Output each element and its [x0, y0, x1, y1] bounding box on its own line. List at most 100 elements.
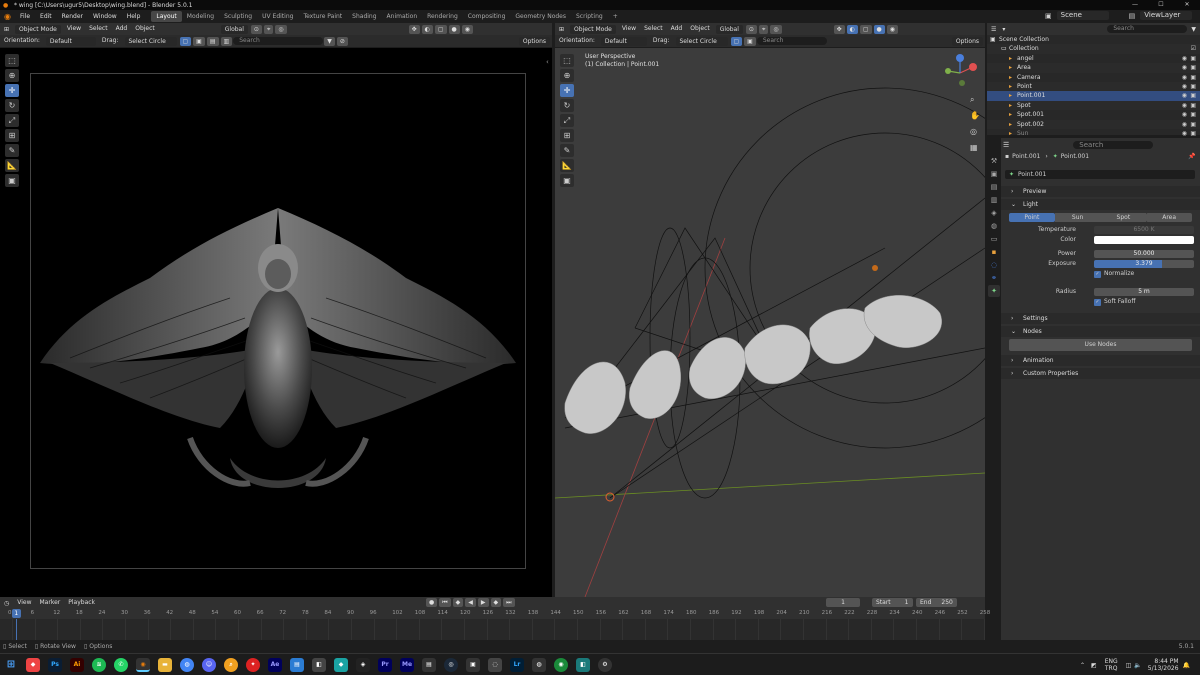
eye-icon[interactable]: ◉ — [1182, 73, 1187, 82]
transform-orientation[interactable]: Global — [715, 24, 743, 34]
eye-icon[interactable]: ◉ — [1182, 91, 1187, 100]
xray-icon[interactable]: ▢ — [859, 24, 872, 34]
eye-icon[interactable]: ◉ — [1182, 129, 1187, 138]
gizmo-icon[interactable]: ✥ — [408, 24, 420, 34]
timeline-editor-icon[interactable]: ◷ — [0, 600, 13, 607]
add-cube-tool-icon[interactable]: ▣ — [5, 174, 19, 187]
scale-tool-icon[interactable]: ⤢ — [560, 114, 574, 127]
move-tool-icon[interactable]: ✛ — [5, 84, 19, 97]
transform-tool-icon[interactable]: ⊞ — [5, 129, 19, 142]
tab-shading[interactable]: Shading — [347, 11, 381, 22]
document-icon[interactable]: ▤ — [290, 657, 304, 672]
scene-collection-row[interactable]: ▣ Scene Collection — [987, 35, 1200, 44]
mode-selector[interactable]: Object Mode — [15, 24, 61, 34]
chrome-icon[interactable]: ◍ — [180, 657, 194, 672]
menu-view[interactable]: View — [618, 23, 640, 35]
pivot-icon[interactable]: ⊙ — [250, 24, 262, 34]
color-swatch[interactable] — [1094, 236, 1194, 244]
browser-icon[interactable]: ◆ — [26, 657, 40, 672]
camera-view-icon[interactable]: ◎ — [970, 124, 980, 140]
tab-geometry-nodes[interactable]: Geometry Nodes — [510, 11, 571, 22]
scene-tab-icon[interactable]: ◈ — [988, 207, 1000, 219]
filter-icon[interactable]: ▼ — [324, 36, 335, 46]
editor-type-icon[interactable]: ⊞ — [0, 26, 13, 33]
illustrator-icon[interactable]: Ai — [70, 657, 84, 672]
properties-editor-icon[interactable]: ☰ — [1003, 141, 1009, 149]
overlay-icon[interactable]: ◐ — [421, 24, 433, 34]
discord-icon[interactable]: ☺ — [202, 657, 216, 672]
search-input[interactable]: Search — [756, 37, 827, 45]
notification-icon[interactable]: 🔔 — [1183, 662, 1190, 669]
ortho-grid-icon[interactable]: ▦ — [970, 140, 980, 156]
unity-icon[interactable]: ◈ — [356, 657, 370, 672]
filter-icon[interactable]: ▼ — [1187, 26, 1200, 33]
tab-layout[interactable]: Layout — [151, 11, 182, 22]
file-explorer-icon[interactable]: ▬ — [158, 657, 172, 672]
normalize-checkbox[interactable]: ✓ Normalize — [1094, 269, 1134, 279]
game-icon[interactable]: ◆ — [334, 657, 348, 672]
eye-icon[interactable]: ◉ — [1182, 63, 1187, 72]
properties-search-input[interactable]: Search — [1073, 141, 1154, 149]
light-type-area[interactable]: Area — [1146, 213, 1192, 222]
exposure-field[interactable]: 3.379 — [1094, 260, 1194, 268]
section-animation[interactable]: › Animation — [1001, 355, 1200, 366]
menu-file[interactable]: File — [15, 10, 35, 23]
outliner-editor-icon[interactable]: ☰ — [987, 26, 1000, 33]
timeline-body[interactable] — [0, 619, 985, 640]
menu-edit[interactable]: Edit — [35, 10, 57, 23]
tray-arrow-icon[interactable]: ⌃ — [1080, 662, 1085, 669]
light-type-point[interactable]: Point — [1009, 213, 1055, 222]
app-icon[interactable]: ▣ — [466, 657, 480, 672]
shading-solid-icon[interactable]: ● — [448, 24, 460, 34]
orientation-selector[interactable]: Default — [45, 36, 96, 46]
menu-add[interactable]: Add — [667, 23, 687, 35]
outliner-item[interactable]: ▸ angel ◉ ▣ — [987, 54, 1200, 63]
menu-select[interactable]: Select — [85, 23, 112, 35]
app-icon[interactable]: ◉ — [554, 657, 568, 672]
network-icon[interactable]: ◫ — [1126, 662, 1132, 669]
app-icon[interactable]: ▤ — [422, 657, 436, 672]
transform-tool-icon[interactable]: ⊞ — [560, 129, 574, 142]
clock[interactable]: 8:44 PM 5/13/2026 — [1148, 658, 1179, 672]
app-icon[interactable]: ✦ — [246, 657, 260, 672]
menu-help[interactable]: Help — [122, 10, 146, 23]
tab-rendering[interactable]: Rendering — [422, 11, 463, 22]
left-viewport[interactable]: ⬚ ⊕ ✛ ↻ ⤢ ⊞ ✎ 📐 ▣ ‹ — [0, 48, 552, 597]
transform-orientation[interactable]: Global — [220, 24, 248, 34]
volume-icon[interactable]: 🔈 — [1134, 662, 1141, 669]
search-input[interactable]: Search — [233, 37, 324, 45]
collection-row[interactable]: ▭ Collection ☑ — [987, 44, 1200, 54]
tab-sculpting[interactable]: Sculpting — [219, 11, 257, 22]
eye-icon[interactable]: ◉ — [1182, 54, 1187, 63]
next-key-icon[interactable]: ◆ — [490, 598, 502, 607]
tab-compositing[interactable]: Compositing — [463, 11, 511, 22]
pan-hand-icon[interactable]: ✋ — [970, 108, 980, 124]
timeline-menu-playback[interactable]: Playback — [64, 597, 99, 609]
menu-render[interactable]: Render — [57, 10, 88, 23]
snap-icon[interactable]: ⌖ — [758, 24, 769, 34]
options-dropdown[interactable]: Options — [951, 36, 983, 46]
physics-tab-icon[interactable]: ◌ — [988, 259, 1000, 271]
close-button[interactable]: ✕ — [1174, 0, 1200, 10]
render-icon[interactable]: ▣ — [1190, 73, 1196, 82]
pin-icon[interactable]: 📌 — [1188, 153, 1195, 160]
outliner-item[interactable]: ▸ Area ◉ ▣ — [987, 63, 1200, 73]
scene-selector[interactable]: Scene — [1056, 11, 1109, 20]
premiere-icon[interactable]: Pr — [378, 657, 392, 672]
blender-menu-icon[interactable]: ◉ — [0, 12, 15, 21]
snap-icon[interactable]: ⌖ — [263, 24, 274, 34]
tab-modeling[interactable]: Modeling — [182, 11, 219, 22]
store-icon[interactable]: ◧ — [312, 657, 326, 672]
measure-tool-icon[interactable]: 📐 — [560, 159, 574, 172]
shading-rendered-icon[interactable]: ◉ — [886, 24, 899, 34]
eye-icon[interactable]: ◉ — [1182, 82, 1187, 91]
outliner-item[interactable]: ▸ Spot.002 ◉ ▣ — [987, 119, 1200, 129]
menu-view[interactable]: View — [63, 23, 85, 35]
windows-start-icon[interactable]: ⊞ — [4, 658, 18, 672]
tool-tab-icon[interactable]: ⚒ — [988, 155, 1000, 167]
jump-end-icon[interactable]: ⏭ — [503, 598, 515, 607]
tray-app-icon[interactable]: ◩ — [1091, 662, 1097, 669]
steam-icon[interactable]: ◎ — [444, 657, 458, 672]
light-type-sun[interactable]: Sun — [1054, 213, 1101, 222]
render-tab-icon[interactable]: ▣ — [988, 168, 1000, 180]
